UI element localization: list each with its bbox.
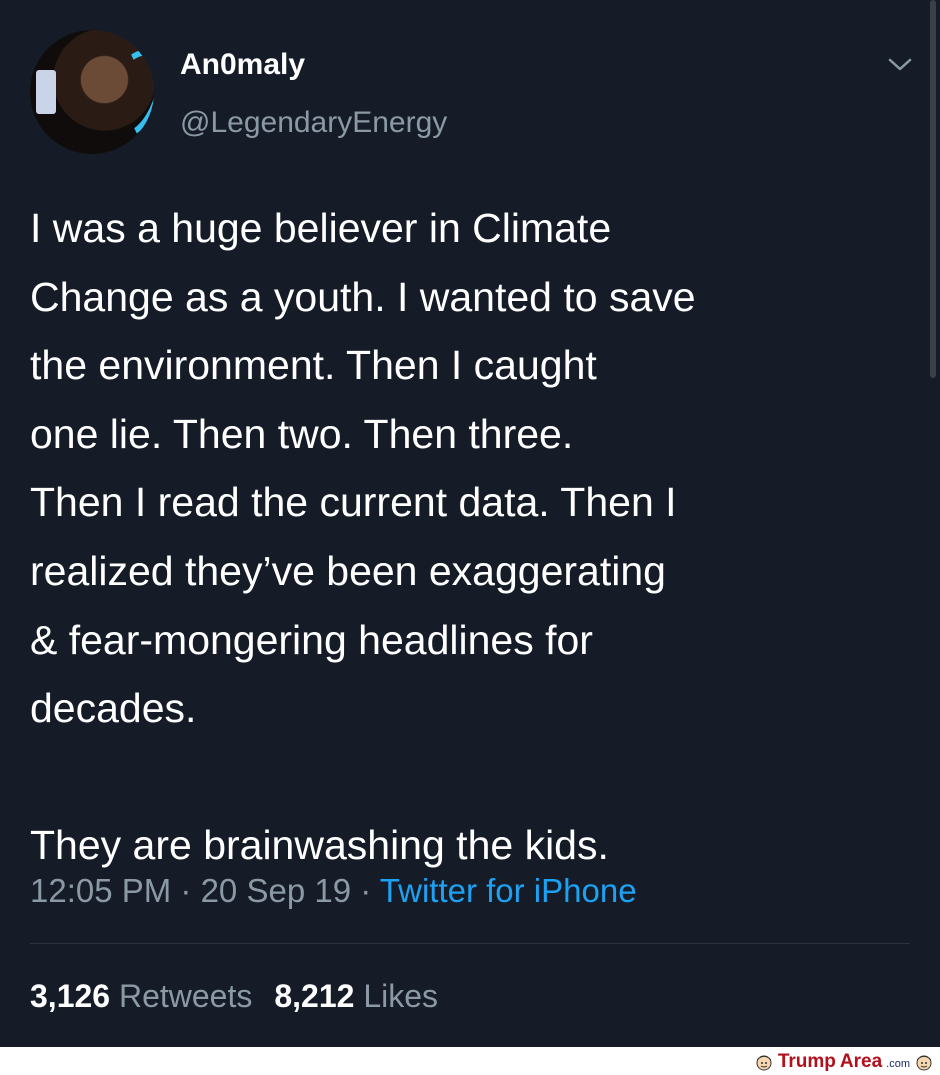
retweets-count: 3,126 [30,978,111,1014]
tweet-time: 12:05 PM [30,872,172,909]
chevron-down-icon[interactable] [886,52,914,76]
tweet-card: An0maly @LegendaryEnergy I was a huge be… [0,0,940,1047]
likes-label: Likes [363,978,439,1014]
scrollbar[interactable] [930,0,936,378]
likes-count: 8,212 [274,978,355,1014]
avatar-ring [93,41,154,147]
avatar-flag [36,70,56,114]
watermark-text-part1: Trump [777,1051,836,1072]
meta-separator: · [351,872,380,909]
retweets-label: Retweets [118,978,253,1014]
tweet-stats: 3,126 Retweets 8,212 Likes [30,978,438,1015]
likes-stat[interactable]: 8,212 Likes [274,978,438,1014]
cartoon-face-icon [916,1055,932,1071]
display-name[interactable]: An0maly [180,48,305,82]
tweet-date: 20 Sep 19 [200,872,352,909]
tweet-meta: 12:05 PM · 20 Sep 19 · Twitter for iPhon… [30,872,637,910]
watermark: Trump Area .com [754,1051,934,1073]
user-handle[interactable]: @LegendaryEnergy [180,106,447,140]
tweet-source-link[interactable]: Twitter for iPhone [380,872,637,909]
cartoon-face-icon [756,1055,772,1071]
meta-separator: · [171,872,201,909]
avatar[interactable] [30,30,154,154]
watermark-bar: Trump Area .com [0,1047,940,1075]
tweet-text: I was a huge believer in Climate Change … [30,205,696,869]
divider [30,943,910,944]
retweets-stat[interactable]: 3,126 Retweets [30,978,252,1014]
watermark-text-part2: Area [839,1051,883,1072]
watermark-text-part3: .com [886,1058,910,1070]
